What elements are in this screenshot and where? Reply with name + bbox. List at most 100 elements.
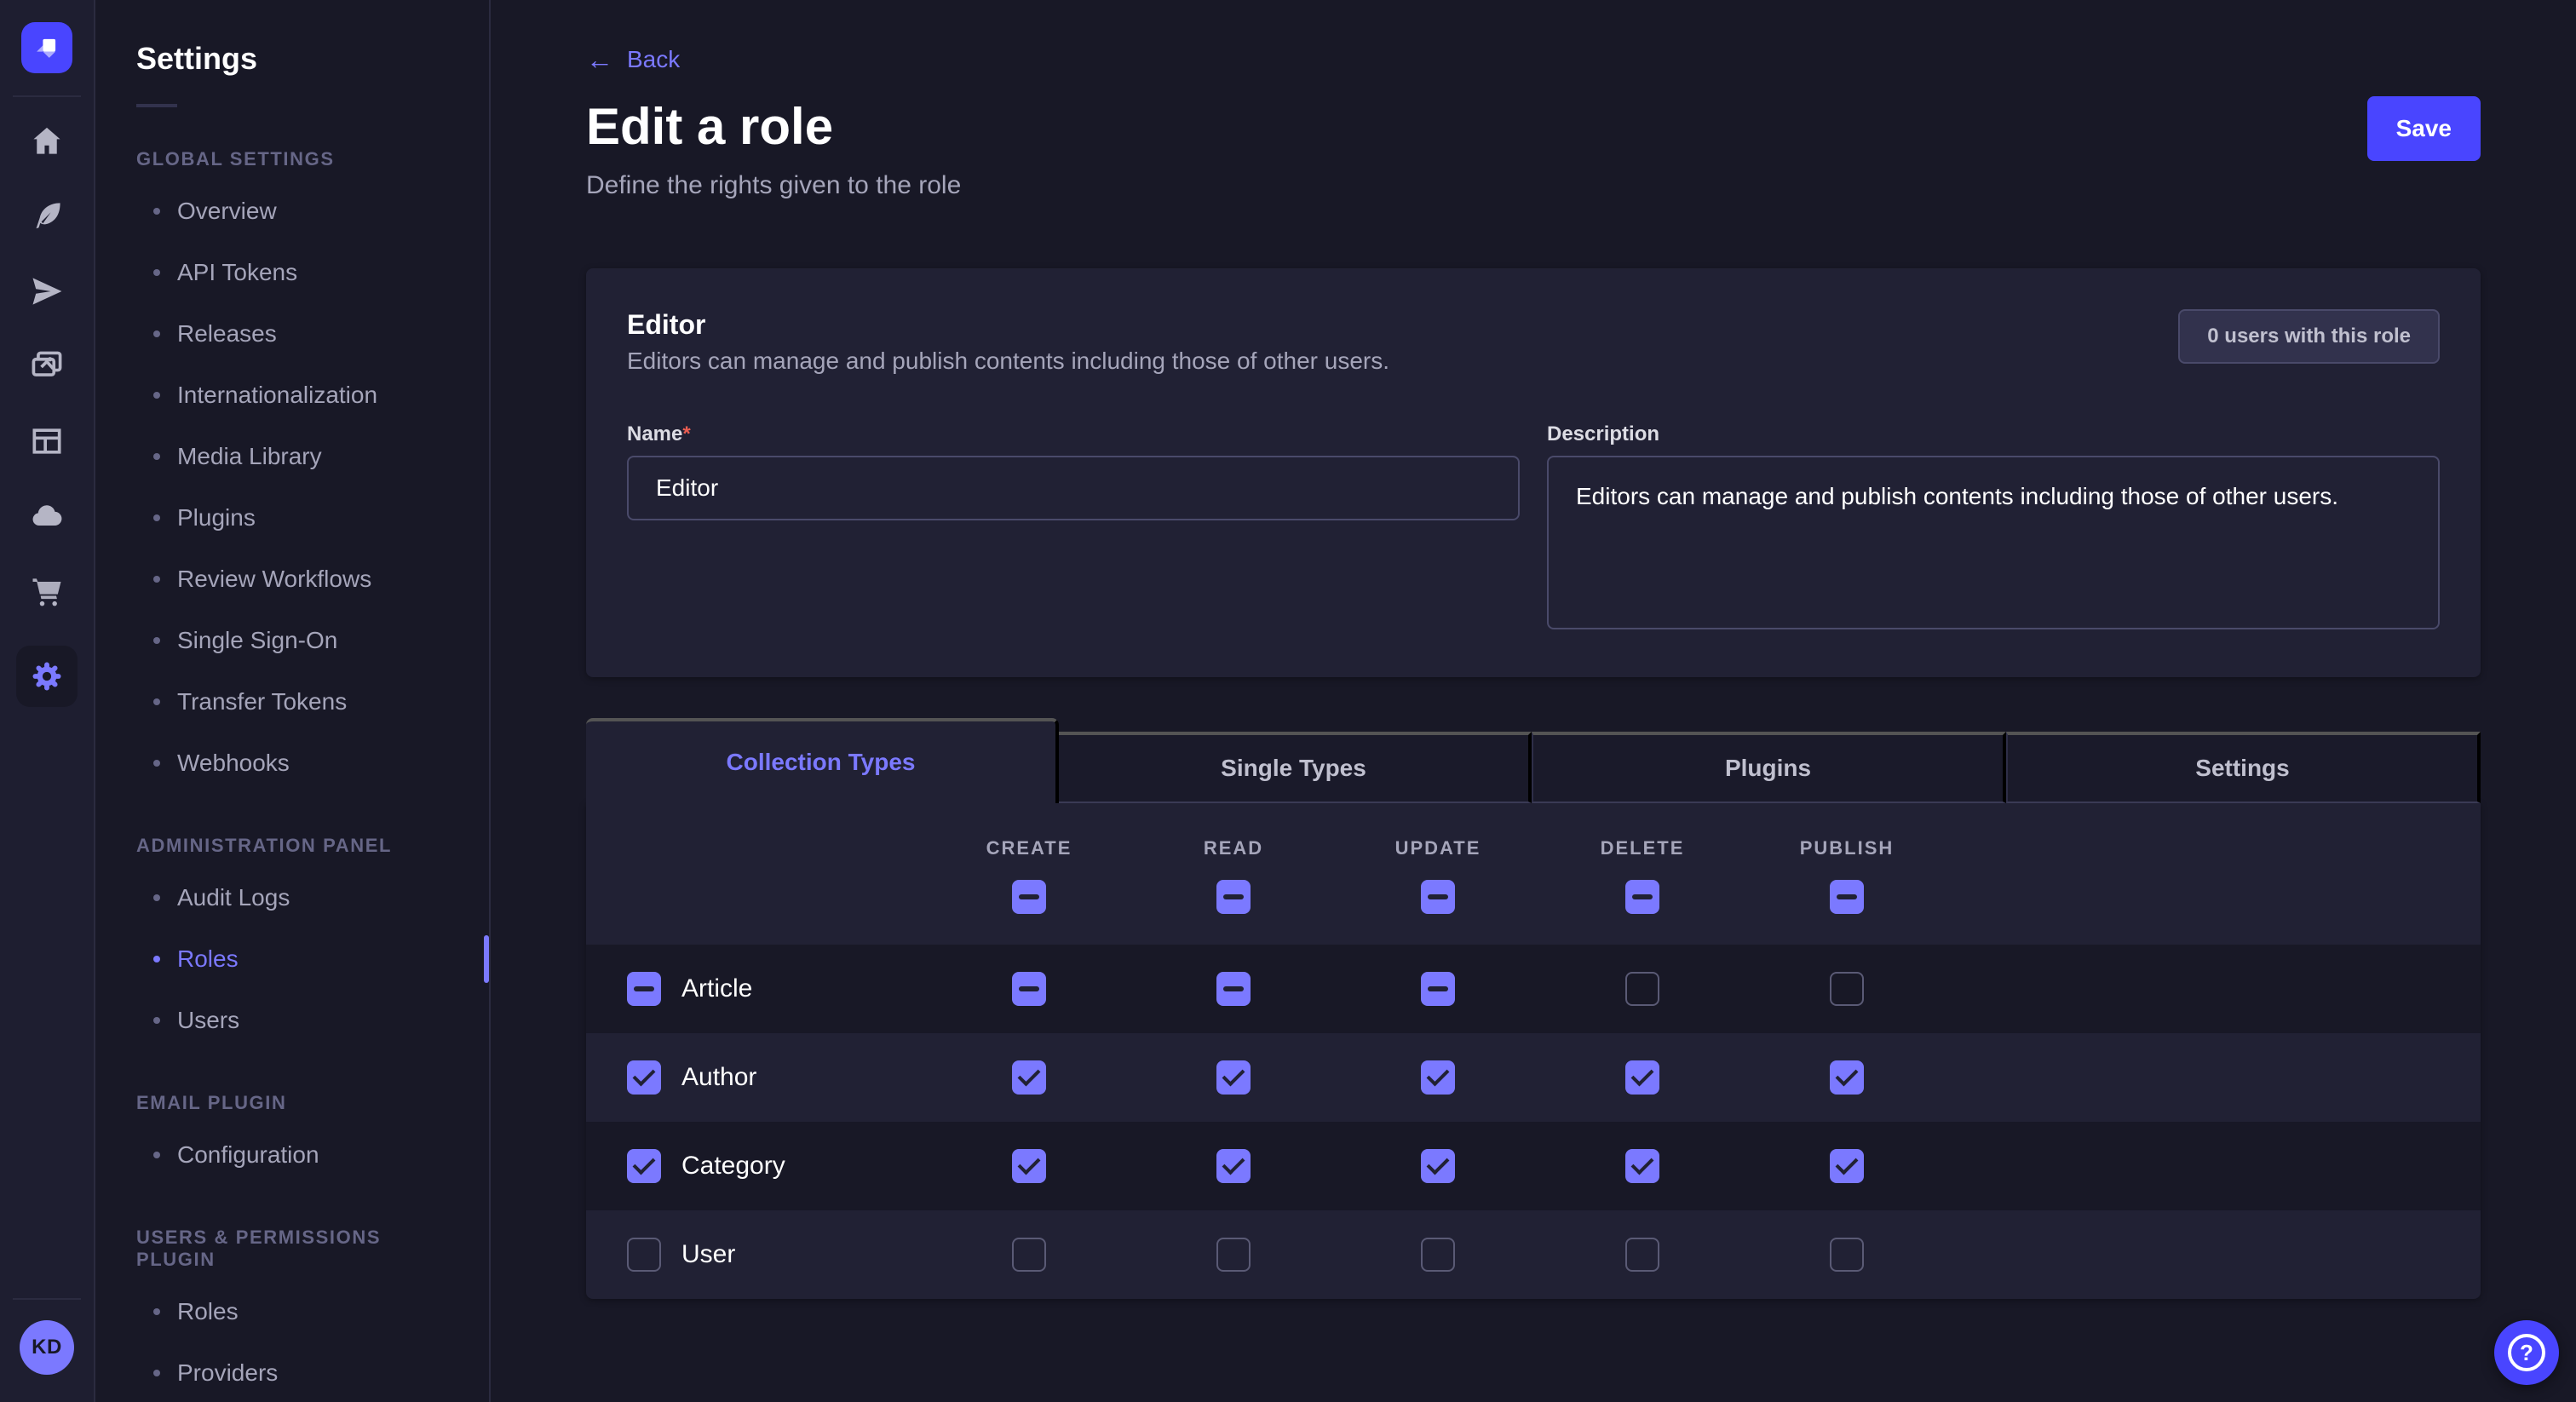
sidebar-item-label: Providers [177, 1359, 278, 1387]
sidebar-item-releases[interactable]: Releases [95, 303, 489, 365]
permission-checkbox-user-delete[interactable] [1625, 1238, 1659, 1272]
main-content: ← Back Edit a role Save Define the right… [491, 0, 2576, 1402]
save-button[interactable]: Save [2367, 96, 2481, 161]
subnav-section-label: GLOBAL SETTINGS [95, 148, 489, 170]
sidebar-item-single-sign-on[interactable]: Single Sign-On [95, 610, 489, 671]
column-header-label: READ [1204, 837, 1263, 859]
sidebar-item-audit-logs[interactable]: Audit Logs [95, 867, 489, 928]
sidebar-item-webhooks[interactable]: Webhooks [95, 733, 489, 794]
sidebar-item-media-library[interactable]: Media Library [95, 426, 489, 487]
permission-checkbox-author-publish[interactable] [1830, 1060, 1864, 1095]
sidebar-item-overview[interactable]: Overview [95, 181, 489, 242]
bullet-icon [153, 894, 160, 901]
tab-single-types[interactable]: Single Types [1059, 732, 1532, 803]
permission-checkbox-category-delete[interactable] [1625, 1149, 1659, 1183]
permission-checkbox-article-publish[interactable] [1830, 972, 1864, 1006]
user-avatar[interactable]: KD [20, 1320, 74, 1375]
permission-cell [1745, 972, 1949, 1006]
subnav-sections: GLOBAL SETTINGS OverviewAPI Tokens Release… [95, 148, 489, 1402]
permission-checkbox-user-publish[interactable] [1830, 1238, 1864, 1272]
row-header-cell: Author [586, 1060, 927, 1095]
sidebar-item-api-tokens[interactable]: API Tokens [95, 242, 489, 303]
row-checkbox-category[interactable] [627, 1149, 661, 1183]
feather-icon[interactable] [26, 196, 67, 237]
permission-checkbox-category-read[interactable] [1216, 1149, 1251, 1183]
row-checkbox-article[interactable] [627, 972, 661, 1006]
sidebar-item-configuration[interactable]: Configuration [95, 1124, 489, 1186]
bullet-icon [153, 637, 160, 644]
permission-checkbox-article-create[interactable] [1012, 972, 1046, 1006]
sidebar-item-label: Internationalization [177, 382, 377, 409]
bullet-icon [153, 698, 160, 705]
name-input[interactable] [627, 456, 1520, 520]
sidebar-item-review-workflows[interactable]: Review Workflows [95, 549, 489, 610]
master-checkbox-publish[interactable] [1830, 880, 1864, 914]
sidebar-item-providers[interactable]: Providers [95, 1342, 489, 1402]
permission-cell [1336, 972, 1540, 1006]
back-link[interactable]: ← Back [586, 46, 680, 73]
sidebar-item-internationalization[interactable]: Internationalization [95, 365, 489, 426]
permissions-table: CREATEREADUPDATEDELETEPUBLISH ArticleAut… [586, 803, 2481, 1299]
row-checkbox-author[interactable] [627, 1060, 661, 1095]
sidebar-item-roles[interactable]: Roles [95, 1281, 489, 1342]
subnav-list: Audit LogsRoles Users [95, 867, 489, 1051]
tab-plugins[interactable]: Plugins [1532, 732, 2006, 803]
master-checkbox-read[interactable] [1216, 880, 1251, 914]
column-header-label: CREATE [986, 837, 1072, 859]
permission-checkbox-category-create[interactable] [1012, 1149, 1046, 1183]
permission-checkbox-category-publish[interactable] [1830, 1149, 1864, 1183]
tab-collection-types[interactable]: Collection Types [586, 718, 1059, 803]
sidebar-item-roles[interactable]: Roles [95, 928, 489, 990]
row-checkbox-user[interactable] [627, 1238, 661, 1272]
permission-column-create: CREATE [927, 837, 1131, 914]
paper-plane-icon[interactable] [26, 271, 67, 312]
permissions-table-header: CREATEREADUPDATEDELETEPUBLISH [586, 803, 2481, 945]
permission-cell [1131, 1149, 1336, 1183]
permission-checkbox-user-update[interactable] [1421, 1238, 1455, 1272]
permission-cell [1336, 1238, 1540, 1272]
sidebar-item-label: Releases [177, 320, 277, 348]
table-row: Article [586, 945, 2481, 1033]
permission-cell [1540, 1238, 1745, 1272]
permission-checkbox-author-create[interactable] [1012, 1060, 1046, 1095]
tab-settings[interactable]: Settings [2006, 732, 2481, 803]
permission-checkbox-article-delete[interactable] [1625, 972, 1659, 1006]
page-subtitle: Define the rights given to the role [586, 171, 2481, 200]
permission-checkbox-article-update[interactable] [1421, 972, 1455, 1006]
sidebar-item-label: Roles [177, 1298, 239, 1325]
media-library-icon[interactable] [26, 346, 67, 387]
sidebar-item-label: Users [177, 1007, 239, 1034]
users-with-role-badge[interactable]: 0 users with this role [2178, 309, 2440, 364]
master-checkbox-update[interactable] [1421, 880, 1455, 914]
role-name-heading: Editor [627, 309, 2440, 341]
permission-checkbox-author-delete[interactable] [1625, 1060, 1659, 1095]
master-checkbox-create[interactable] [1012, 880, 1046, 914]
help-button[interactable]: ? [2494, 1320, 2559, 1385]
description-field-group: Description Editors can manage and publi… [1547, 416, 2440, 636]
layout-icon[interactable] [26, 421, 67, 462]
subnav-title-rule [136, 104, 177, 107]
strapi-logo[interactable] [21, 22, 72, 73]
gear-icon[interactable] [16, 646, 78, 707]
sidebar-item-users[interactable]: Users [95, 990, 489, 1051]
bullet-icon [153, 1017, 160, 1024]
sidebar-item-transfer-tokens[interactable]: Transfer Tokens [95, 671, 489, 733]
permission-cell [1336, 1060, 1540, 1095]
permission-checkbox-category-update[interactable] [1421, 1149, 1455, 1183]
permission-cell [1131, 1060, 1336, 1095]
home-icon[interactable] [26, 121, 67, 162]
permission-cell [1745, 1060, 1949, 1095]
permission-cell [1131, 972, 1336, 1006]
permission-checkbox-author-update[interactable] [1421, 1060, 1455, 1095]
permission-checkbox-author-read[interactable] [1216, 1060, 1251, 1095]
cart-icon[interactable] [26, 571, 67, 612]
sidebar-item-plugins[interactable]: Plugins [95, 487, 489, 549]
description-textarea[interactable]: Editors can manage and publish contents … [1547, 456, 2440, 629]
permission-checkbox-user-create[interactable] [1012, 1238, 1046, 1272]
permission-checkbox-user-read[interactable] [1216, 1238, 1251, 1272]
cloud-icon[interactable] [26, 496, 67, 537]
column-header-label: UPDATE [1395, 837, 1481, 859]
sidebar-item-label: Media Library [177, 443, 322, 470]
permission-checkbox-article-read[interactable] [1216, 972, 1251, 1006]
master-checkbox-delete[interactable] [1625, 880, 1659, 914]
